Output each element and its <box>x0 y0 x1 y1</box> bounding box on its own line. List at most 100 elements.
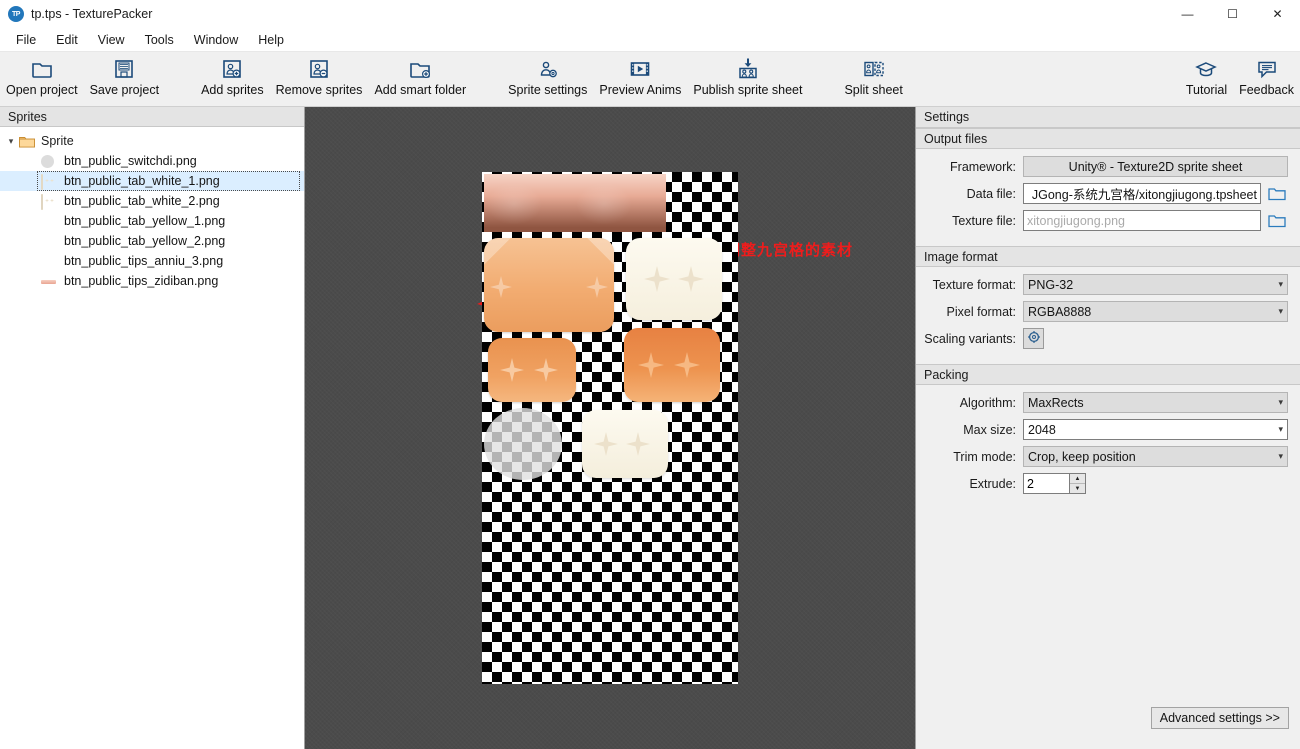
section-packing-body: Algorithm: MaxRects ▾ Max size: 2048 ▾ T… <box>916 385 1300 509</box>
list-item[interactable]: btn_public_switchdi.png <box>0 151 304 171</box>
film-play-icon <box>628 56 652 82</box>
sprite-btn-public-tab-yellow-1[interactable] <box>484 238 614 332</box>
chevron-down-icon: ▾ <box>1278 451 1283 461</box>
texture-file-browse-icon[interactable] <box>1266 211 1288 231</box>
list-item[interactable]: btn_public_tab_white_2.png <box>0 191 304 211</box>
trim-mode-select[interactable]: Crop, keep position ▾ <box>1023 446 1288 467</box>
open-folder-icon <box>30 56 54 82</box>
scaling-variants-button[interactable] <box>1023 328 1044 349</box>
sprite-btn-public-tab-yellow-2[interactable] <box>488 338 576 402</box>
sprite-thumbnail <box>41 193 56 210</box>
sprite-tree[interactable]: ▾ Sprite btn_public_switchdi.png btn_pub… <box>0 127 304 749</box>
feedback-label: Feedback <box>1239 83 1294 97</box>
sprite-btn-public-tips-anniu-3[interactable] <box>624 328 720 402</box>
algorithm-select[interactable]: MaxRects ▾ <box>1023 392 1288 413</box>
maximize-icon[interactable]: ☐ <box>1210 0 1255 28</box>
split-sheet-button[interactable]: Split sheet <box>838 52 908 97</box>
remove-sprites-button[interactable]: Remove sprites <box>270 52 369 97</box>
advanced-settings-button[interactable]: Advanced settings >> <box>1150 707 1289 729</box>
preview-anims-button[interactable]: Preview Anims <box>593 52 687 97</box>
graduation-cap-icon <box>1194 56 1218 82</box>
list-item[interactable]: btn_public_tips_anniu_3.png <box>0 251 304 271</box>
sprite-btn-public-switchdi[interactable] <box>484 408 562 480</box>
sprite-name: btn_public_tab_white_2.png <box>64 194 220 208</box>
spin-down-icon[interactable]: ▼ <box>1070 484 1085 493</box>
sparkle-decor <box>626 238 722 320</box>
tree-root-sprite[interactable]: ▾ Sprite <box>0 131 304 151</box>
menu-item-help[interactable]: Help <box>248 30 294 50</box>
preview-anims-label: Preview Anims <box>599 83 682 97</box>
window-title: tp.tps - TexturePacker <box>31 7 153 21</box>
sprite-thumbnail <box>41 275 56 288</box>
data-file-browse-icon[interactable] <box>1266 184 1288 204</box>
sprite-btn-public-tab-white-2[interactable] <box>626 238 722 320</box>
add-sprites-button[interactable]: Add sprites <box>195 52 270 97</box>
tutorial-label: Tutorial <box>1185 83 1228 97</box>
framework-button[interactable]: Unity® - Texture2D sprite sheet <box>1023 156 1288 177</box>
max-size-label: Max size: <box>963 422 1016 437</box>
sprite-thumbnail <box>41 235 56 248</box>
speech-bubble-icon <box>1255 56 1279 82</box>
add-smart-folder-button[interactable]: Add smart folder <box>368 52 472 97</box>
spin-up-icon[interactable]: ▲ <box>1070 474 1085 484</box>
sprite-settings-button[interactable]: Sprite settings <box>502 52 593 97</box>
sprite-name: btn_public_tab_white_1.png <box>64 174 220 188</box>
list-item[interactable]: btn_public_tab_white_1.png <box>0 171 304 191</box>
section-packing-header: Packing <box>916 364 1300 385</box>
section-image-format-body: Texture format: PNG-32 ▾ Pixel format: R… <box>916 267 1300 364</box>
menu-item-view[interactable]: View <box>88 30 135 50</box>
chevron-down-icon[interactable]: ▾ <box>4 136 18 146</box>
pixel-format-label: Pixel format: <box>946 304 1016 319</box>
sprite-thumbnail <box>41 255 56 268</box>
sprite-btn-public-tab-white-1[interactable] <box>582 410 668 478</box>
extrude-row: Extrude: ▲ ▼ <box>916 473 1288 494</box>
settings-panel: Settings Output files Framework: Unity® … <box>915 107 1300 749</box>
list-item[interactable]: btn_public_tips_zidiban.png <box>0 271 304 291</box>
sparkle-decor <box>488 338 576 402</box>
menu-item-window[interactable]: Window <box>184 30 248 50</box>
extrude-stepper[interactable]: ▲ ▼ <box>1023 473 1086 494</box>
scaling-variants-row: Scaling variants: <box>916 328 1288 349</box>
algorithm-row: Algorithm: MaxRects ▾ <box>916 392 1288 413</box>
tutorial-button[interactable]: Tutorial <box>1180 52 1233 97</box>
algorithm-label: Algorithm: <box>959 395 1016 410</box>
sprite-thumbnail <box>41 173 56 190</box>
sprite-sheet-canvas[interactable]: 双击要调整九宫格的素材 <box>305 107 915 749</box>
menu-item-tools[interactable]: Tools <box>135 30 184 50</box>
trim-mode-label: Trim mode: <box>953 449 1016 464</box>
close-icon[interactable]: ✕ <box>1255 0 1300 28</box>
texture-format-label: Texture format: <box>932 277 1016 292</box>
sprite-btn-public-tips-zidiban[interactable] <box>484 174 666 232</box>
packed-sheet[interactable] <box>482 172 738 684</box>
feedback-button[interactable]: Feedback <box>1233 52 1300 97</box>
pixel-format-select[interactable]: RGBA8888 ▾ <box>1023 301 1288 322</box>
pixel-format-row: Pixel format: RGBA8888 ▾ <box>916 301 1288 322</box>
extrude-spin-buttons[interactable]: ▲ ▼ <box>1069 473 1086 494</box>
open-project-button[interactable]: Open project <box>0 52 84 97</box>
data-file-input[interactable] <box>1023 183 1261 204</box>
menu-item-edit[interactable]: Edit <box>46 30 88 50</box>
list-item[interactable]: btn_public_tab_yellow_1.png <box>0 211 304 231</box>
menu-item-file[interactable]: File <box>6 30 46 50</box>
pixel-format-value: RGBA8888 <box>1028 304 1092 319</box>
publish-download-icon <box>736 56 760 82</box>
save-project-button[interactable]: Save project <box>84 52 165 97</box>
split-sheet-label: Split sheet <box>844 83 903 97</box>
max-size-value: 2048 <box>1028 422 1056 437</box>
publish-sprite-sheet-button[interactable]: Publish sprite sheet <box>687 52 808 97</box>
minimize-icon[interactable]: — <box>1165 0 1210 28</box>
framework-label: Framework: <box>950 159 1016 174</box>
texture-format-select[interactable]: PNG-32 ▾ <box>1023 274 1288 295</box>
sprite-name: btn_public_tips_zidiban.png <box>64 274 219 288</box>
list-item[interactable]: btn_public_tab_yellow_2.png <box>0 231 304 251</box>
sprite-name: btn_public_tab_yellow_1.png <box>64 214 226 228</box>
texture-file-input[interactable] <box>1023 210 1261 231</box>
max-size-select[interactable]: 2048 ▾ <box>1023 419 1288 440</box>
algorithm-value: MaxRects <box>1028 395 1084 410</box>
extrude-label: Extrude: <box>969 476 1016 491</box>
section-output-files-header: Output files <box>916 128 1300 149</box>
sprites-panel: Sprites ▾ Sprite btn_public_switchdi.png <box>0 107 305 749</box>
extrude-input[interactable] <box>1023 473 1069 494</box>
scaling-variants-label: Scaling variants: <box>924 331 1016 346</box>
sprite-gear-icon <box>537 56 559 82</box>
